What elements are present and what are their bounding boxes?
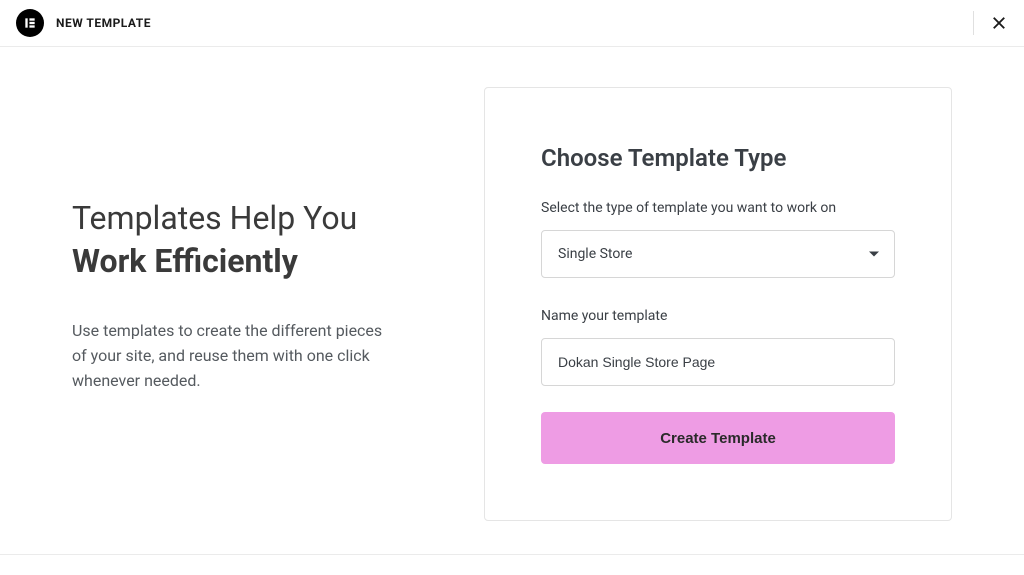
- elementor-logo-icon: [16, 9, 44, 37]
- close-icon[interactable]: [990, 14, 1008, 32]
- intro-column: Templates Help You Work Efficiently Use …: [72, 87, 444, 394]
- template-name-input[interactable]: [541, 338, 895, 386]
- template-type-label: Select the type of template you want to …: [541, 200, 895, 216]
- template-type-select-wrap: Single Store: [541, 230, 895, 278]
- header: NEW TEMPLATE: [0, 0, 1024, 47]
- intro-description: Use templates to create the different pi…: [72, 319, 392, 393]
- header-left: NEW TEMPLATE: [16, 9, 151, 37]
- template-name-label: Name your template: [541, 308, 895, 324]
- intro-title-line2: Work Efficiently: [72, 240, 444, 283]
- form-title: Choose Template Type: [541, 144, 895, 172]
- header-divider: [973, 11, 974, 35]
- intro-title-line1: Templates Help You: [72, 197, 444, 240]
- main-content: Templates Help You Work Efficiently Use …: [0, 47, 1024, 555]
- template-type-value: Single Store: [558, 246, 632, 262]
- create-template-button[interactable]: Create Template: [541, 412, 895, 464]
- template-type-select[interactable]: Single Store: [541, 230, 895, 278]
- header-right: [973, 11, 1008, 35]
- form-panel: Choose Template Type Select the type of …: [484, 87, 952, 521]
- header-title: NEW TEMPLATE: [56, 16, 151, 30]
